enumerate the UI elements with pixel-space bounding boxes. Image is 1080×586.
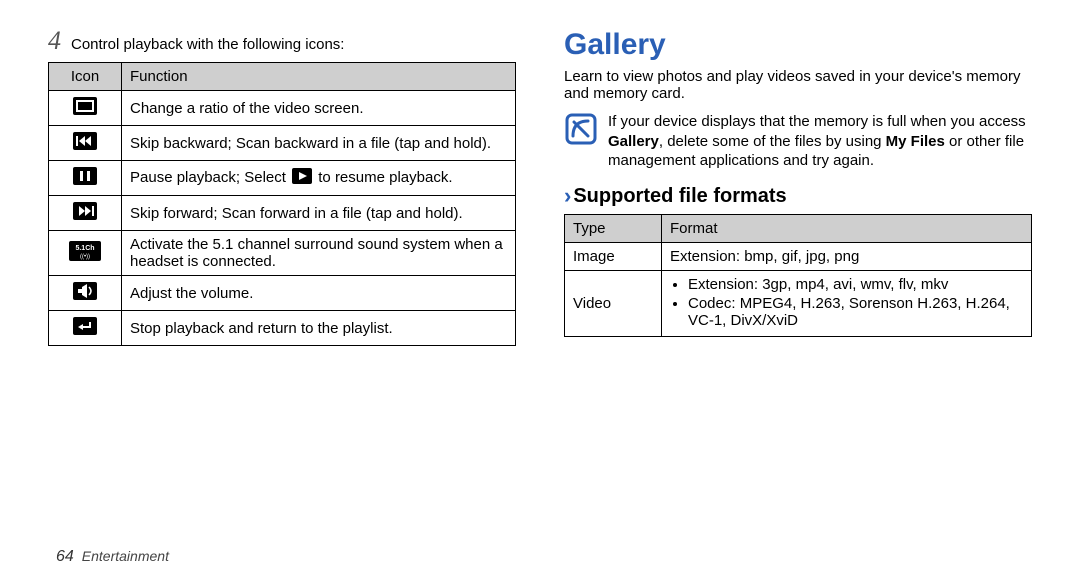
table-row: Pause playback; Select to resume playbac…	[49, 161, 516, 196]
page-footer: 64 Entertainment	[56, 548, 169, 566]
function-cell: Adjust the volume.	[122, 276, 516, 311]
supported-formats-heading: › Supported file formats	[564, 185, 1032, 208]
left-column: 4 Control playback with the following ic…	[48, 28, 516, 548]
step-text: Control playback with the following icon…	[71, 36, 344, 53]
table-row: Skip forward; Scan forward in a file (ta…	[49, 196, 516, 231]
note-bold-gallery: Gallery	[608, 133, 659, 150]
svg-text:5.1Ch: 5.1Ch	[75, 245, 94, 252]
step-number: 4	[48, 28, 61, 54]
page-body: 4 Control playback with the following ic…	[0, 0, 1080, 548]
section-title-text: Supported file formats	[573, 185, 786, 208]
step-row: 4 Control playback with the following ic…	[48, 28, 516, 54]
return-icon	[72, 316, 98, 336]
table-row: Stop playback and return to the playlist…	[49, 311, 516, 346]
volume-icon	[72, 281, 98, 301]
footer-section: Entertainment	[82, 548, 169, 564]
format-cell: Extension: bmp, gif, jpg, png	[662, 242, 1032, 270]
note-pre: If your device displays that the memory …	[608, 113, 1026, 130]
function-cell: Activate the 5.1 channel surround sound …	[122, 231, 516, 276]
note-mid: , delete some of the files by using	[659, 133, 886, 150]
list-item: Extension: 3gp, mp4, avi, wmv, flv, mkv	[688, 276, 1023, 293]
svg-text:((•)): ((•))	[80, 254, 90, 260]
skip-forward-icon	[72, 201, 98, 221]
col-header-format: Format	[662, 214, 1032, 242]
table-row: Change a ratio of the video screen.	[49, 91, 516, 126]
col-header-function: Function	[122, 63, 516, 91]
formats-table: Type Format Image Extension: bmp, gif, j…	[564, 214, 1032, 337]
function-cell: Stop playback and return to the playlist…	[122, 311, 516, 346]
ratio-icon	[72, 96, 98, 116]
play-icon	[292, 168, 312, 188]
function-cell: Pause playback; Select to resume playbac…	[122, 161, 516, 196]
note-bold-myfiles: My Files	[886, 133, 945, 150]
table-row: Skip backward; Scan backward in a file (…	[49, 126, 516, 161]
note-icon	[564, 112, 598, 150]
table-row: Adjust the volume.	[49, 276, 516, 311]
skip-back-icon	[72, 131, 98, 151]
pause-icon	[72, 166, 98, 186]
playback-icons-table: Icon Function Change a ratio of the vide…	[48, 62, 516, 346]
col-header-icon: Icon	[49, 63, 122, 91]
pause-text-after: to resume playback.	[314, 169, 452, 186]
surround-icon: 5.1Ch ((•))	[69, 241, 101, 261]
list-item: Codec: MPEG4, H.263, Sorenson H.263, H.2…	[688, 295, 1023, 329]
gallery-intro: Learn to view photos and play videos sav…	[564, 68, 1032, 102]
function-cell: Skip backward; Scan backward in a file (…	[122, 126, 516, 161]
col-header-type: Type	[565, 214, 662, 242]
type-cell: Image	[565, 242, 662, 270]
pause-text-before: Pause playback; Select	[130, 169, 290, 186]
format-cell: Extension: 3gp, mp4, avi, wmv, flv, mkv …	[662, 270, 1032, 336]
type-cell: Video	[565, 270, 662, 336]
function-cell: Skip forward; Scan forward in a file (ta…	[122, 196, 516, 231]
chevron-right-icon: ›	[564, 185, 571, 207]
table-row: Video Extension: 3gp, mp4, avi, wmv, flv…	[565, 270, 1032, 336]
function-cell: Change a ratio of the video screen.	[122, 91, 516, 126]
gallery-heading: Gallery	[564, 28, 1032, 62]
table-row: 5.1Ch ((•)) Activate the 5.1 channel surr…	[49, 231, 516, 276]
note-block: If your device displays that the memory …	[564, 112, 1032, 171]
table-row: Image Extension: bmp, gif, jpg, png	[565, 242, 1032, 270]
page-number: 64	[56, 548, 74, 566]
note-text: If your device displays that the memory …	[608, 112, 1032, 171]
right-column: Gallery Learn to view photos and play vi…	[564, 28, 1032, 548]
